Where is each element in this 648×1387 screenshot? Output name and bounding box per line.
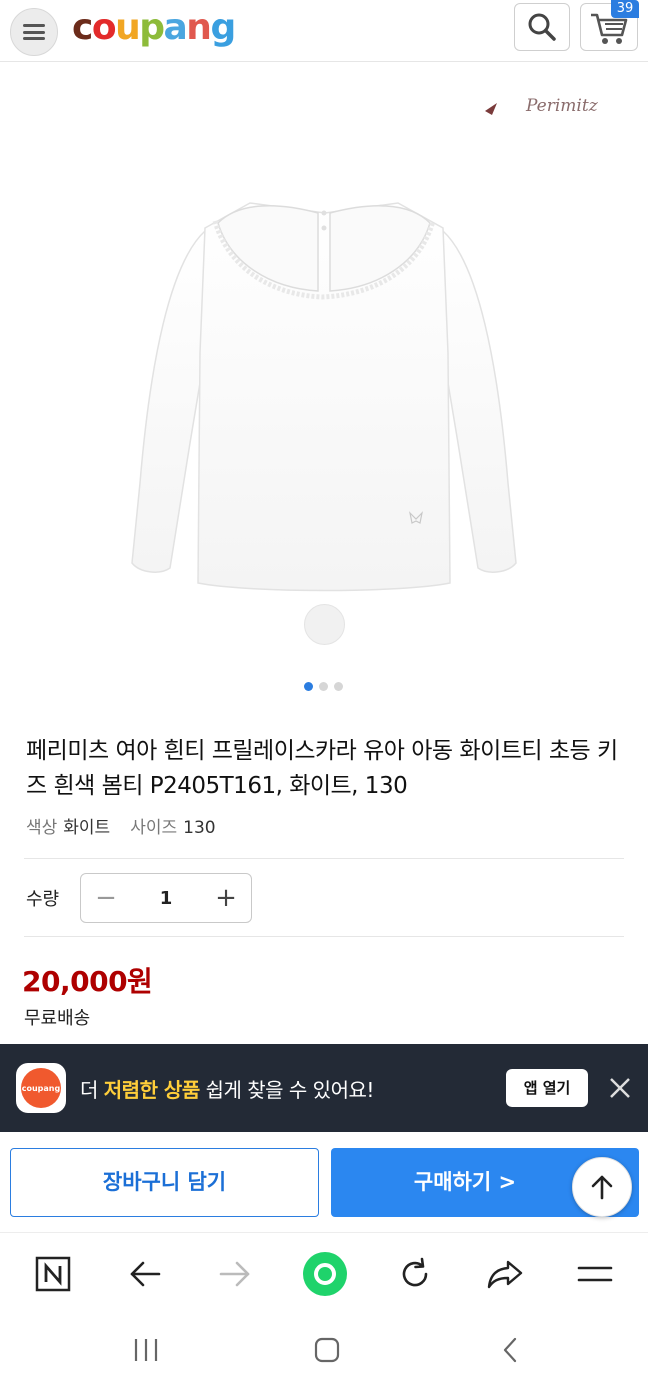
logo-letter: c	[72, 7, 93, 48]
divider	[24, 936, 624, 937]
recent-apps-icon	[134, 1339, 158, 1361]
carousel-dot[interactable]	[334, 682, 343, 691]
product-photo	[131, 103, 517, 592]
logo-letter: g	[210, 7, 236, 48]
image-thumbnail[interactable]	[304, 604, 345, 645]
shipping-info: 무료배송	[24, 1008, 91, 1029]
chevron-left-icon	[503, 1337, 517, 1363]
recent-apps-button[interactable]	[126, 1332, 166, 1368]
quantity-stepper[interactable]: − 1 +	[80, 873, 252, 923]
green-circle-icon	[303, 1252, 347, 1296]
divider	[24, 858, 624, 859]
banner-message: 더 저렴한 상품 쉽게 찾을 수 있어요!	[80, 1074, 374, 1103]
hamburger-icon	[23, 24, 45, 40]
cart-count-badge: 39	[611, 0, 639, 18]
carousel-dot[interactable]	[319, 682, 328, 691]
system-navigation-bar	[0, 1314, 648, 1387]
share-arrow-icon	[487, 1260, 523, 1289]
banner-text-highlight: 저렴한 상품	[103, 1078, 200, 1102]
carousel-dot[interactable]	[304, 682, 313, 691]
naver-n-icon	[35, 1256, 71, 1292]
logo-letter: a	[163, 7, 188, 48]
size-value: 130	[183, 818, 216, 838]
system-back-button[interactable]	[490, 1332, 530, 1368]
more-menu-button[interactable]	[572, 1251, 618, 1297]
selected-options: 색상 화이트 사이즈 130	[26, 813, 216, 838]
logo-letter: p	[139, 7, 165, 48]
color-value: 화이트	[63, 818, 111, 838]
product-price: 20,000원	[22, 965, 153, 998]
brand-logo: Perimitz	[526, 96, 598, 116]
product-title: 페리미츠 여아 흰티 프릴레이스카라 유아 아동 화이트티 초등 키즈 흰색 봄…	[26, 738, 618, 799]
scroll-to-top-button[interactable]	[572, 1157, 632, 1217]
share-button[interactable]	[482, 1251, 528, 1297]
browser-toolbar	[0, 1232, 648, 1314]
forward-button[interactable]	[212, 1251, 258, 1297]
coupang-app-icon: coupang	[16, 1063, 66, 1113]
app-icon-label: coupang	[21, 1068, 61, 1108]
open-app-button[interactable]: 앱 열기	[506, 1069, 588, 1107]
product-image-carousel[interactable]: Perimitz	[0, 63, 648, 663]
banner-text-before: 더	[80, 1078, 104, 1102]
refresh-icon	[402, 1257, 428, 1287]
logo-letter: u	[115, 7, 141, 48]
top-header: coupang 39	[0, 0, 648, 62]
logo-letter: o	[91, 7, 117, 48]
color-option: 색상 화이트	[26, 813, 110, 838]
quantity-value[interactable]: 1	[131, 888, 201, 909]
search-button[interactable]	[514, 3, 570, 51]
close-icon[interactable]	[606, 1074, 634, 1102]
coupang-logo[interactable]: coupang	[72, 6, 236, 50]
increase-quantity-button[interactable]: +	[201, 873, 251, 923]
quantity-label: 수량	[26, 889, 60, 910]
menu-lines-icon	[577, 1266, 613, 1282]
logo-letter: n	[186, 7, 212, 48]
home-button[interactable]	[307, 1332, 347, 1368]
decrease-quantity-button[interactable]: −	[81, 873, 131, 923]
carousel-indicator	[304, 682, 343, 691]
size-option: 사이즈 130	[130, 813, 215, 838]
search-icon	[528, 13, 556, 41]
arrow-up-icon	[591, 1175, 613, 1200]
refresh-button[interactable]	[392, 1251, 438, 1297]
app-promo-banner: coupang 더 저렴한 상품 쉽게 찾을 수 있어요! 앱 열기	[0, 1044, 648, 1132]
back-button[interactable]	[122, 1251, 168, 1297]
size-label: 사이즈	[130, 818, 178, 838]
color-label: 색상	[26, 818, 58, 838]
menu-button[interactable]	[10, 8, 58, 56]
arrow-left-icon	[130, 1261, 161, 1287]
green-dot-button[interactable]	[302, 1251, 348, 1297]
add-to-cart-button[interactable]: 장바구니 담기	[10, 1148, 319, 1217]
naver-home-button[interactable]	[30, 1251, 76, 1297]
home-square-icon	[314, 1337, 340, 1363]
arrow-right-icon	[219, 1261, 250, 1287]
banner-text-after: 쉽게 찾을 수 있어요!	[199, 1078, 375, 1102]
